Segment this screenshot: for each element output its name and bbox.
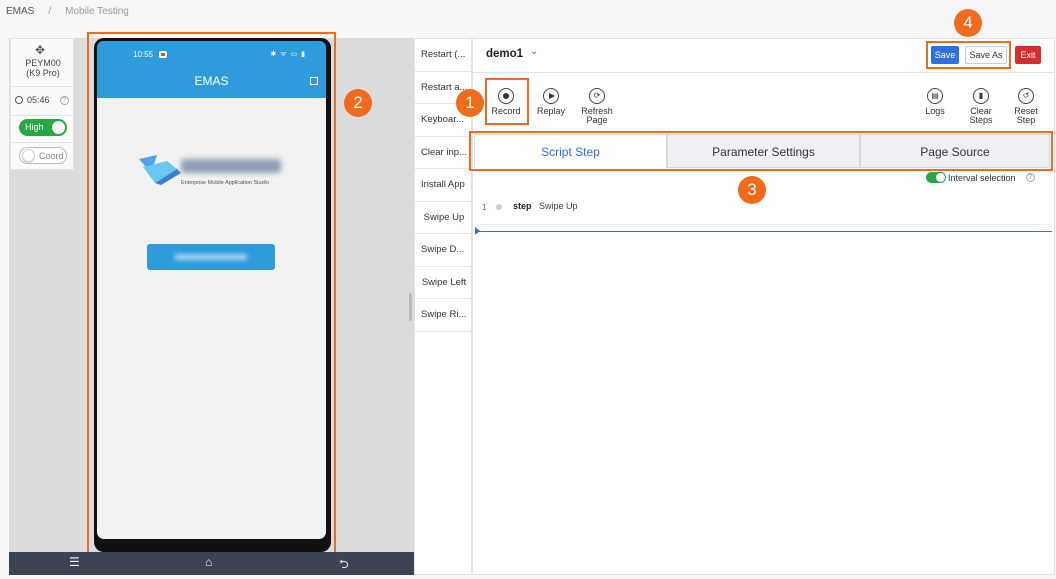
reset-step-label: Reset Step (1014, 106, 1038, 125)
insert-position-line (476, 231, 1052, 232)
step-status-dot (496, 204, 502, 210)
chevron-down-icon[interactable]: ⌄ (530, 46, 538, 57)
help-icon[interactable]: ? (59, 95, 69, 105)
session-duration-value: 05:46 (27, 95, 50, 105)
interval-selection-label: Interval selection (948, 172, 1016, 183)
interval-selection: Interval selection ? (926, 172, 1035, 183)
annotation-box-4 (926, 41, 1011, 69)
clear-steps-label: Clear Steps (969, 106, 993, 125)
replay-button[interactable]: Replay (526, 88, 576, 116)
annotation-number-3: 3 (738, 176, 766, 204)
annotation-box-1 (485, 78, 529, 125)
action-restart[interactable]: Restart (... (415, 39, 473, 72)
breadcrumb-separator: / (48, 6, 52, 17)
action-swipe-left[interactable]: Swipe Left (415, 267, 473, 299)
logs-icon: ▤ (927, 88, 943, 104)
trash-icon: ▮ (973, 88, 989, 104)
refresh-page-button[interactable]: ⟳ Refresh Page (571, 88, 623, 125)
divider (472, 72, 1055, 73)
step-index: 1 (482, 203, 487, 212)
quality-toggle[interactable]: High (19, 119, 67, 136)
play-icon (543, 88, 559, 104)
menu-icon[interactable]: ☰ (69, 555, 80, 569)
device-model: PEYM00 (K9 Pro) (11, 58, 75, 78)
quality-toggle-label: High (25, 122, 44, 132)
action-swipe-right[interactable]: Swipe Ri... (415, 299, 473, 332)
app-root: EMAS / Mobile Testing ✥ PEYM00 (K9 Pro) … (0, 0, 1056, 579)
device-model-sub: (K9 Pro) (26, 68, 60, 78)
script-name[interactable]: demo1 (486, 48, 523, 60)
action-clear-input[interactable]: Clear inp... (415, 137, 473, 169)
breadcrumb-root[interactable]: EMAS (6, 6, 34, 17)
divider (11, 115, 75, 116)
session-duration: 05:46 ? (15, 95, 69, 105)
device-model-name: PEYM00 (25, 58, 61, 68)
device-nav-bar: ☰ ⌂ ⮌ (9, 552, 414, 575)
device-info-panel: ✥ PEYM00 (K9 Pro) 05:46 ? High Coord (10, 38, 75, 170)
move-icon[interactable]: ✥ (35, 43, 45, 57)
reset-step-button[interactable]: ↺ Reset Step (1001, 88, 1051, 125)
exit-button[interactable]: Exit (1015, 46, 1041, 64)
action-swipe-up[interactable]: Swipe Up (415, 202, 473, 234)
refresh-page-label: Refresh Page (581, 106, 613, 125)
back-icon[interactable]: ⮌ (339, 555, 349, 576)
coord-toggle[interactable]: Coord (19, 147, 67, 164)
clock-icon (15, 96, 23, 104)
help-icon[interactable]: ? (1025, 173, 1035, 182)
clear-steps-button[interactable]: ▮ Clear Steps (956, 88, 1006, 125)
toggle-knob (22, 149, 35, 162)
logs-button[interactable]: ▤ Logs (910, 88, 960, 116)
annotation-number-4: 4 (954, 9, 982, 37)
step-keyword: step (513, 201, 532, 211)
quick-actions-list: Restart (... Restart a... Keyboar... Cle… (414, 38, 473, 575)
divider (11, 86, 75, 87)
action-install-app[interactable]: Install App (415, 169, 473, 202)
interval-selection-toggle[interactable] (926, 172, 946, 183)
action-swipe-down[interactable]: Swipe D... (415, 234, 473, 267)
coord-toggle-label: Coord (39, 151, 64, 161)
home-icon[interactable]: ⌂ (205, 555, 212, 569)
toggle-knob (52, 121, 65, 134)
annotation-box-3 (469, 131, 1053, 171)
annotation-number-1: 1 (456, 89, 484, 117)
annotation-box-2 (87, 32, 336, 556)
annotation-number-2: 2 (344, 89, 372, 117)
breadcrumb: EMAS / Mobile Testing (6, 6, 129, 17)
divider (11, 142, 75, 143)
refresh-icon: ⟳ (589, 88, 605, 104)
logs-label: Logs (925, 106, 945, 116)
step-value: Swipe Up (539, 201, 578, 211)
breadcrumb-current: Mobile Testing (65, 6, 129, 17)
reset-icon: ↺ (1018, 88, 1034, 104)
resize-handle[interactable] (409, 293, 412, 321)
replay-label: Replay (536, 106, 565, 116)
